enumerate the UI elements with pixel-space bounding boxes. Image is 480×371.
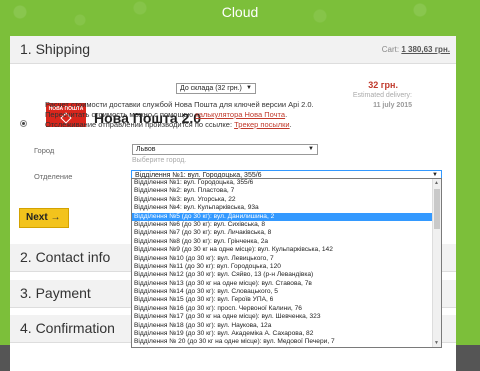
dropdown-option[interactable]: Відділення №19 (до 30 кг): вул. Академік…: [132, 330, 441, 338]
city-value: Львов: [136, 146, 156, 153]
top-header-bar: Cloud: [0, 0, 480, 30]
dropdown-scrollbar[interactable]: ▲ ▼: [432, 179, 441, 347]
branch-label: Отделение: [34, 172, 73, 181]
dropdown-option[interactable]: Відділення №1: вул. Городоцька, 355/6: [132, 179, 441, 187]
section-confirmation-label: 4. Confirmation: [20, 320, 115, 336]
chevron-down-icon: ▼: [308, 146, 314, 152]
city-hint: Выберите город.: [132, 157, 187, 164]
delivery-option-select[interactable]: До склада (32 грн.) ▼: [176, 83, 256, 94]
cart-amount[interactable]: 1 380,63 грн.: [401, 45, 450, 54]
delivery-option-value: До склада (32 грн.): [180, 85, 242, 92]
dropdown-option[interactable]: Відділення №7 (до 30 кг): вул. Личаківсь…: [132, 229, 441, 237]
scrollbar-thumb[interactable]: [434, 189, 440, 229]
dropdown-option[interactable]: Відділення №16 (до 30 кг): просп. Червон…: [132, 305, 441, 313]
dropdown-option[interactable]: Відділення №13 (до 30 кг на одне місце):…: [132, 280, 441, 288]
carrier-radio[interactable]: [20, 120, 27, 127]
section-shipping-label: 1. Shipping: [20, 41, 91, 57]
dropdown-option[interactable]: Відділення №4: вул. Кульпарківська, 93а: [132, 204, 441, 212]
next-button-label: Next: [26, 212, 48, 223]
dropdown-option[interactable]: Відділення №17 (до 30 кг на одне місце):…: [132, 313, 441, 321]
dropdown-option[interactable]: Відділення №18 (до 30 кг): вул. Наукова,…: [132, 322, 441, 330]
city-label: Город: [34, 146, 55, 155]
shipping-price: 32 грн.: [368, 80, 398, 90]
branch-dropdown-list[interactable]: Відділення №1: вул. Городоцька, 355/6 Від…: [131, 178, 442, 348]
estimated-delivery-label: Estimated delivery:: [352, 92, 412, 99]
dropdown-option[interactable]: Відділення №15 (до 30 кг): вул. Героїв У…: [132, 296, 441, 304]
header-title: Cloud: [221, 4, 259, 20]
dropdown-items: Відділення №1: вул. Городоцька, 355/6 Від…: [132, 179, 441, 347]
section-payment-label: 3. Payment: [20, 285, 91, 301]
dropdown-option[interactable]: Відділення №2: вул. Пластова, 7: [132, 187, 441, 195]
city-select[interactable]: Львов ▼: [132, 144, 318, 155]
calculator-link[interactable]: калькулятора Нова Почта: [195, 110, 285, 119]
estimated-delivery-date: 11 july 2015: [373, 102, 412, 109]
cart-summary[interactable]: Cart: 1 380,63 грн.: [382, 45, 450, 54]
dropdown-option[interactable]: Відділення №10 (до 30 кг): вул. Левицько…: [132, 255, 441, 263]
dropdown-option[interactable]: Відділення №5 (до 30 кг): вул. Данилишин…: [132, 212, 441, 221]
dropdown-option[interactable]: Відділення №11 (до 30 кг): вул. Городоць…: [132, 263, 441, 271]
dropdown-option[interactable]: Відділення № 20 (до 30 кг на одне місце)…: [132, 338, 441, 346]
cart-label: Cart:: [381, 45, 400, 54]
dropdown-option[interactable]: Відділення №3: вул. Угорська, 22: [132, 196, 441, 204]
scroll-up-icon[interactable]: ▲: [434, 180, 439, 186]
dropdown-option[interactable]: Відділення №6 (до 30 кг): вул. Сихівська…: [132, 221, 441, 229]
section-contact-label: 2. Contact info: [20, 249, 111, 265]
next-button[interactable]: Next →: [19, 208, 69, 228]
scroll-down-icon[interactable]: ▼: [434, 340, 439, 346]
section-shipping-header[interactable]: 1. Shipping Cart: 1 380,63 грн.: [10, 36, 456, 64]
dropdown-option[interactable]: Відділення №14 (до 30 кг): вул. Словацьк…: [132, 288, 441, 296]
tracker-link[interactable]: Трекер посылки: [234, 120, 290, 129]
dropdown-option[interactable]: Відділення №9 (до 30 кг на одне місце): …: [132, 246, 441, 254]
dropdown-option[interactable]: Відділення №8 (до 30 кг): вул. Грінченка…: [132, 238, 441, 246]
arrow-right-icon: →: [50, 212, 61, 223]
carrier-description: Расчет стоимости доставки службой Нова П…: [45, 100, 314, 129]
dropdown-option[interactable]: Відділення №12 (до 30 кг): вул. Сяйво, 1…: [132, 271, 441, 279]
chevron-down-icon: ▼: [246, 85, 252, 91]
